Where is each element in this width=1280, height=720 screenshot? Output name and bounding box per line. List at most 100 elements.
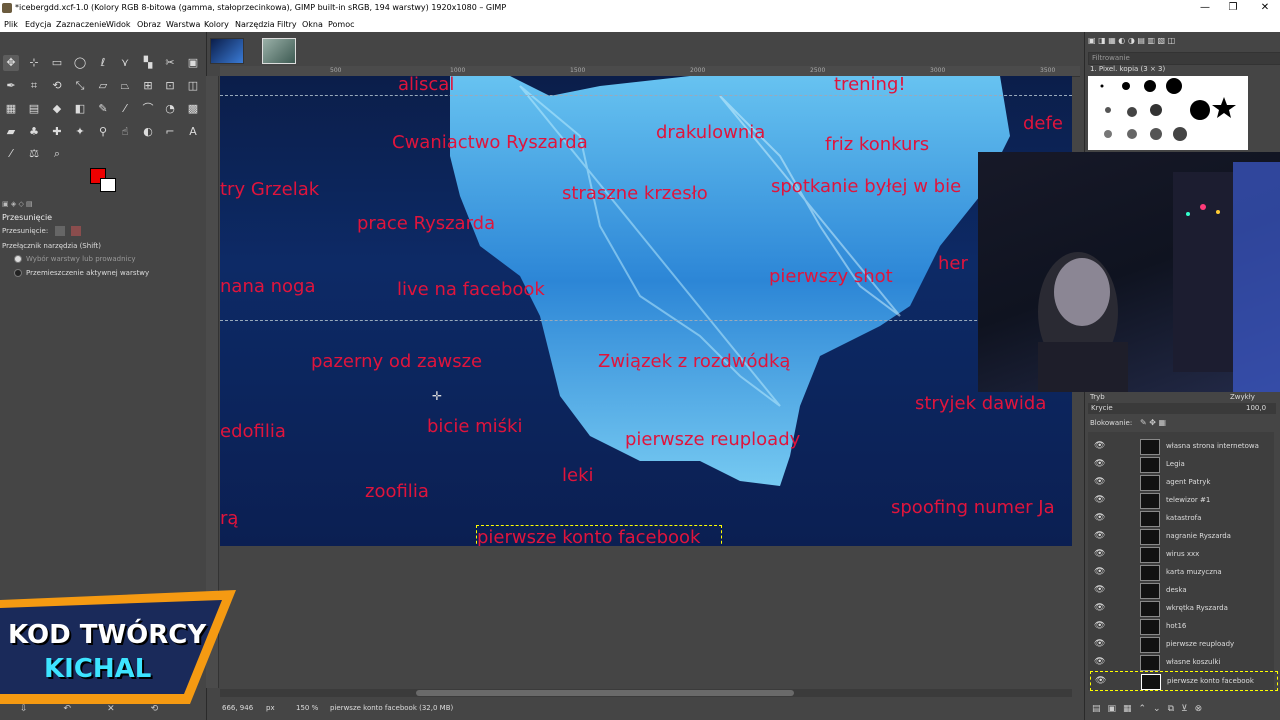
image-tab-iceberg[interactable] xyxy=(210,38,244,64)
blend-tool-icon[interactable]: ◧ xyxy=(72,101,88,117)
eye-icon[interactable]: 👁 xyxy=(1094,639,1105,649)
rect-select-icon[interactable]: ▭ xyxy=(49,55,65,71)
move-tool-icon[interactable]: ✥ xyxy=(3,55,19,71)
bucket-fill-icon[interactable]: ◆ xyxy=(49,101,65,117)
pattern-fill-icon[interactable]: ▦ xyxy=(3,101,19,117)
guide-line-middle[interactable] xyxy=(220,320,1072,321)
free-select-icon[interactable]: ℓ xyxy=(95,55,111,71)
toolbox-bottom-buttons[interactable]: ⇩↶✕⟲ xyxy=(20,704,190,716)
align-tool-icon[interactable]: ⊹ xyxy=(26,55,42,71)
eye-icon[interactable]: 👁 xyxy=(1094,657,1105,667)
layer-row[interactable]: 👁 wkrętka Ryszarda xyxy=(1090,599,1276,617)
layer-row[interactable]: 👁 nagranie Ryszarda xyxy=(1090,527,1276,545)
measure-tool-icon[interactable]: ⚖ xyxy=(26,146,42,162)
zoom-tool-icon[interactable]: ⌕ xyxy=(49,146,65,162)
menu-layer[interactable]: Warstwa xyxy=(166,20,200,29)
restore-button[interactable]: ❐ xyxy=(1218,0,1248,16)
menu-tools[interactable]: Narzędzia xyxy=(235,20,275,29)
menu-file[interactable]: Plik xyxy=(4,20,18,29)
menu-edit[interactable]: Edycja xyxy=(25,20,51,29)
dodge-burn-icon[interactable]: ◐ xyxy=(140,124,156,140)
menu-view[interactable]: Widok xyxy=(106,20,131,29)
layer-row[interactable]: 👁 Legia xyxy=(1090,455,1276,473)
layer-row[interactable]: 👁 własne koszulki xyxy=(1090,653,1276,671)
opacity-slider[interactable]: Krycie 100,0 xyxy=(1088,403,1276,414)
ink-tool-icon[interactable]: ⌒ xyxy=(140,101,156,117)
layer-row[interactable]: 👁 hot16 xyxy=(1090,617,1276,635)
image-tab-photo[interactable] xyxy=(262,38,296,64)
eye-icon[interactable]: 👁 xyxy=(1094,585,1105,595)
layer-row[interactable]: 👁 agent Patryk xyxy=(1090,473,1276,491)
shear-tool-icon[interactable]: ▱ xyxy=(95,78,111,94)
eye-icon[interactable]: 👁 xyxy=(1094,495,1105,505)
layer-row[interactable]: 👁 telewizor #1 xyxy=(1090,491,1276,509)
pencil-tool-icon[interactable]: ✎ xyxy=(95,101,111,117)
paths-tool-icon[interactable]: ✒ xyxy=(3,78,19,94)
rotate-tool-icon[interactable]: ⟲ xyxy=(49,78,65,94)
color-select-icon[interactable]: ▚ xyxy=(140,55,156,71)
ellipse-select-icon[interactable]: ◯ xyxy=(72,55,88,71)
fuzzy-select-icon[interactable]: ⋎ xyxy=(117,55,133,71)
minimize-button[interactable]: — xyxy=(1190,0,1220,16)
layer-row[interactable]: 👁 wirus xxx xyxy=(1090,545,1276,563)
close-button[interactable]: ✕ xyxy=(1250,0,1280,16)
layer-row[interactable]: 👁 pierwsze reuploady xyxy=(1090,635,1276,653)
menu-windows[interactable]: Okna xyxy=(302,20,323,29)
guide-line-top[interactable] xyxy=(220,95,1072,96)
eye-icon[interactable]: 👁 xyxy=(1094,621,1105,631)
gradient-tool-icon[interactable]: ▤ xyxy=(26,101,42,117)
blur-tool-icon[interactable]: ⚲ xyxy=(95,124,111,140)
text-tool-icon[interactable]: A xyxy=(185,124,201,140)
lock-icons[interactable]: ✎ ✥ ▦ xyxy=(1140,418,1166,427)
layer-row[interactable]: 👁 własna strona internetowa xyxy=(1090,437,1276,455)
move-layer-mode-icon[interactable] xyxy=(55,226,65,236)
tool-options-tabs[interactable]: ▣ ◈ ◇ ▤ xyxy=(2,200,62,210)
layer-mode-value[interactable]: Zwykły xyxy=(1230,393,1255,401)
pick-layer-radio[interactable] xyxy=(14,255,22,263)
menu-help[interactable]: Pomoc xyxy=(328,20,355,29)
layers-action-buttons[interactable]: ▤▣▦⌃⌄⧉⊻⊗ xyxy=(1092,704,1272,716)
brushes-grid[interactable] xyxy=(1088,76,1248,150)
layer-row[interactable]: 👁 deska xyxy=(1090,581,1276,599)
eye-icon[interactable]: 👁 xyxy=(1094,459,1105,469)
eye-icon[interactable]: 👁 xyxy=(1094,441,1105,451)
eye-icon[interactable]: 👁 xyxy=(1094,513,1105,523)
eraser-tool-icon[interactable]: ▰ xyxy=(3,124,19,140)
zoom-select[interactable]: 150 % xyxy=(296,704,318,712)
scale-tool-icon[interactable]: ⤡ xyxy=(72,78,88,94)
unit-select[interactable]: px xyxy=(266,704,275,712)
warp-transform-icon[interactable]: ⊡ xyxy=(162,78,178,94)
layer-row[interactable]: 👁 katastrofa xyxy=(1090,509,1276,527)
move-selection-mode-icon[interactable] xyxy=(71,226,81,236)
text-tool-bucket-icon[interactable]: ⌐ xyxy=(162,124,178,140)
right-dock-tabs[interactable]: ▣ ◨ ▦ ◐ ◑ ▤ ▥ ▧ ◫ xyxy=(1088,36,1188,48)
scissors-icon[interactable]: ✂ xyxy=(162,55,178,71)
menu-filters[interactable]: Filtry xyxy=(277,20,297,29)
menu-image[interactable]: Obraz xyxy=(137,20,161,29)
perspective-tool-icon[interactable]: ⏢ xyxy=(117,78,133,94)
horizontal-scrollbar[interactable] xyxy=(220,689,1072,697)
smudge-tool-icon[interactable]: ☝ xyxy=(117,124,133,140)
layer-row-selected[interactable]: 👁 pierwsze konto facebook xyxy=(1090,671,1278,691)
eye-icon[interactable]: 👁 xyxy=(1094,567,1105,577)
paintbrush-icon[interactable]: ⁄ xyxy=(117,101,133,117)
foreground-select-icon[interactable]: ▣ xyxy=(185,55,201,71)
eye-icon[interactable]: 👁 xyxy=(1094,603,1105,613)
eye-icon[interactable]: 👁 xyxy=(1095,676,1106,686)
cage-transform-icon[interactable]: ◫ xyxy=(185,78,201,94)
airbrush-icon[interactable]: ◔ xyxy=(162,101,178,117)
color-picker-icon[interactable]: ⁄ xyxy=(3,146,19,162)
eye-icon[interactable]: 👁 xyxy=(1094,549,1105,559)
move-active-layer-radio[interactable] xyxy=(14,269,22,277)
clone-tool-icon[interactable]: ♣ xyxy=(26,124,42,140)
unified-transform-icon[interactable]: ⊞ xyxy=(140,78,156,94)
menu-colors[interactable]: Kolory xyxy=(204,20,229,29)
layer-row[interactable]: 👁 karta muzyczna xyxy=(1090,563,1276,581)
perspective-clone-icon[interactable]: ✦ xyxy=(72,124,88,140)
menu-select[interactable]: Zaznaczenie xyxy=(56,20,106,29)
eye-icon[interactable]: 👁 xyxy=(1094,531,1105,541)
heal-tool-icon[interactable]: ✚ xyxy=(49,124,65,140)
layer-mode-row[interactable]: Tryb Zwykły xyxy=(1090,393,1276,403)
background-color-swatch[interactable] xyxy=(100,178,116,192)
eye-icon[interactable]: 👁 xyxy=(1094,477,1105,487)
